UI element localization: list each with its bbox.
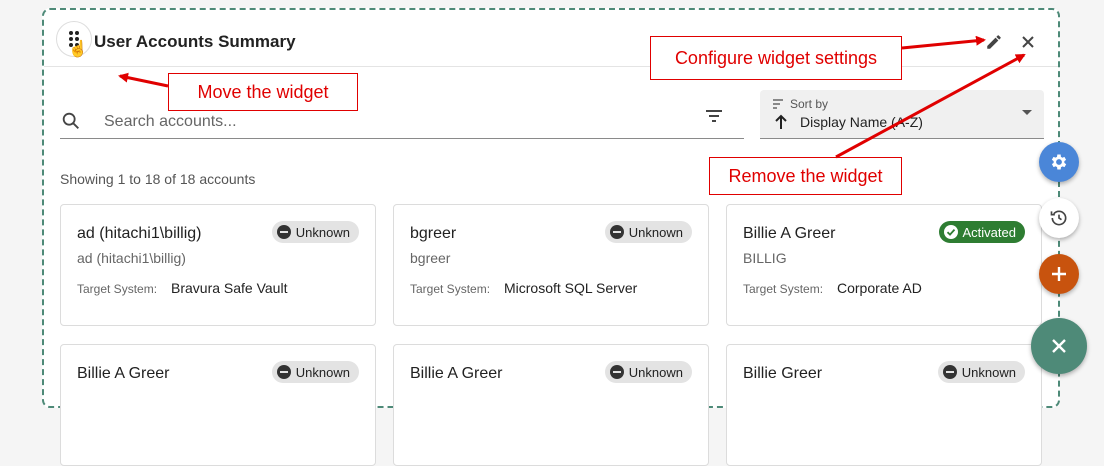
- callout-remove-widget: Remove the widget: [709, 157, 902, 195]
- gear-icon[interactable]: [1039, 142, 1079, 182]
- account-card[interactable]: Billie A Greer BILLIG Target System: Cor…: [726, 204, 1042, 326]
- status-badge: Unknown: [271, 221, 359, 243]
- sort-lines-icon: [773, 99, 783, 109]
- check-circle-icon: [943, 225, 958, 239]
- close-icon[interactable]: [1016, 30, 1040, 54]
- user-accounts-widget: ☝ User Accounts Summary Search accounts.…: [42, 8, 1060, 466]
- target-system-value: Microsoft SQL Server: [504, 280, 638, 296]
- history-icon[interactable]: [1039, 198, 1079, 238]
- target-system-value: Corporate AD: [837, 280, 922, 296]
- target-system-label: Target System:: [77, 282, 158, 296]
- account-id: bgreer: [410, 250, 451, 266]
- account-id: ad (hitachi1\billig): [77, 250, 186, 266]
- widget-title: User Accounts Summary: [94, 32, 296, 51]
- account-name: Billie A Greer: [77, 365, 170, 382]
- account-name: bgreer: [410, 225, 457, 242]
- status-badge: Unknown: [937, 361, 1025, 383]
- target-system-label: Target System:: [410, 282, 491, 296]
- status-badge: Unknown: [604, 221, 692, 243]
- sort-value: Display Name (A-Z): [800, 114, 923, 130]
- minus-circle-icon: [609, 225, 624, 239]
- arrow-up-icon: [775, 114, 787, 129]
- status-badge: Activated: [938, 221, 1025, 243]
- sort-select[interactable]: Sort by Display Name (A-Z): [760, 90, 1044, 139]
- search-icon: [62, 112, 79, 129]
- minus-circle-icon: [609, 365, 624, 379]
- account-id: BILLIG: [743, 250, 787, 266]
- account-name: ad (hitachi1\billig): [77, 225, 202, 242]
- account-name: Billie A Greer: [743, 225, 836, 242]
- account-name: Billie A Greer: [410, 365, 503, 382]
- search-field[interactable]: Search accounts...: [60, 102, 744, 139]
- callout-configure-widget: Configure widget settings: [650, 36, 902, 80]
- filter-icon[interactable]: [704, 106, 724, 131]
- sort-label: Sort by: [790, 97, 829, 111]
- account-card[interactable]: ad (hitachi1\billig) ad (hitachi1\billig…: [60, 204, 376, 326]
- minus-circle-icon: [942, 365, 957, 379]
- minus-circle-icon: [276, 225, 291, 239]
- account-card[interactable]: Billie A Greer Unknown: [393, 344, 709, 466]
- status-badge: Unknown: [271, 361, 359, 383]
- account-card[interactable]: Billie Greer Unknown: [726, 344, 1042, 466]
- account-card[interactable]: bgreer bgreer Target System: Microsoft S…: [393, 204, 709, 326]
- account-name: Billie Greer: [743, 365, 823, 382]
- callout-move-widget: Move the widget: [168, 73, 358, 111]
- account-card[interactable]: Billie A Greer Unknown: [60, 344, 376, 466]
- pencil-icon[interactable]: [982, 30, 1006, 54]
- target-system-label: Target System:: [743, 282, 824, 296]
- hand-cursor-icon: ☝: [68, 41, 88, 58]
- chevron-down-icon: [1022, 110, 1032, 115]
- results-count: Showing 1 to 18 of 18 accounts: [60, 171, 256, 187]
- add-icon[interactable]: [1039, 254, 1079, 294]
- widget-header: ☝ User Accounts Summary: [44, 10, 1058, 67]
- target-system-value: Bravura Safe Vault: [171, 280, 288, 296]
- search-input[interactable]: Search accounts...: [104, 113, 237, 131]
- status-badge: Unknown: [604, 361, 692, 383]
- close-fab-icon[interactable]: [1031, 318, 1087, 374]
- minus-circle-icon: [276, 365, 291, 379]
